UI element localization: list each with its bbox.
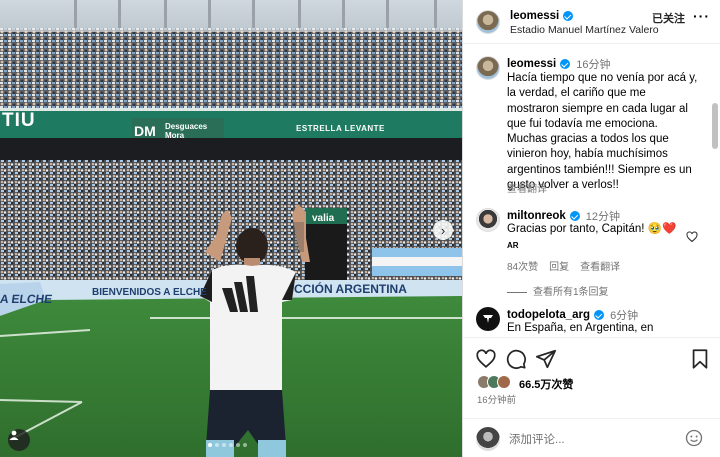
comment-bubble-icon[interactable]: [505, 348, 527, 370]
caption-header: leomessi 16分钟: [507, 56, 610, 72]
sign-dm: DM: [134, 123, 156, 139]
comment-translate-link[interactable]: 查看翻译: [580, 258, 620, 273]
author-username[interactable]: leomessi: [510, 10, 559, 22]
post-header: leomessi Estadio Manuel Martínez Valero …: [463, 0, 720, 44]
comment-text: Gracias por tanto, Capitán! 🥹❤️: [507, 223, 677, 235]
tagged-users-button[interactable]: [8, 429, 30, 451]
caption-line: vinieron hoy, había muchísimos: [507, 148, 668, 161]
sign-dm-sub: Desguaces Mora: [165, 122, 208, 140]
liker-avatar: [497, 375, 511, 389]
comments-scrollbar[interactable]: [712, 103, 718, 149]
post-actions: 66.5万次赞 16分钟前: [463, 337, 720, 415]
verified-badge-icon: [563, 11, 574, 21]
verified-badge-icon: [560, 59, 571, 69]
carousel-dot: [243, 443, 247, 447]
sign-vallia: valia: [312, 213, 335, 224]
post-location[interactable]: Estadio Manuel Martínez Valero: [510, 24, 659, 36]
caption-line: Hacía tiempo que no venía por acá y,: [507, 72, 698, 84]
caption-line: mostraron siempre en cada lugar al: [507, 102, 688, 115]
caption-line: argentinos también!!! Siempre es un: [507, 163, 692, 176]
caption-line: Muchas gracias a todos los que: [507, 133, 669, 146]
carousel-dot: [236, 443, 240, 447]
view-replies-label: 查看所有1条回复: [533, 287, 609, 298]
comment-reply-button[interactable]: 回复: [549, 258, 569, 273]
caption-avatar[interactable]: [476, 56, 500, 80]
following-button[interactable]: 已关注: [652, 10, 685, 26]
chevron-right-icon: ›: [440, 222, 446, 238]
author-avatar[interactable]: [476, 10, 500, 34]
emoji-smiley-icon[interactable]: [685, 429, 703, 447]
comments-section[interactable]: leomessi 16分钟 Hacía tiempo que no venía …: [463, 45, 720, 337]
current-user-avatar: [476, 427, 500, 451]
comment-username[interactable]: miltonreok: [507, 210, 566, 222]
post-timestamp: 16分钟前: [477, 395, 517, 406]
sign-tiu: TIU: [2, 110, 36, 131]
more-options-icon[interactable]: ···: [693, 8, 710, 24]
sign-elche: A ELCHE: [0, 292, 54, 306]
comment-avatar[interactable]: [476, 307, 500, 331]
comment-avatar[interactable]: [476, 208, 500, 232]
caption-line: que fui todavía me emociona.: [507, 117, 658, 130]
comment-text: En España, en Argentina, en: [507, 322, 654, 334]
todopelota-logo-icon: [483, 315, 493, 323]
comment-sub-text: AR: [507, 241, 519, 250]
stadium-photo: [0, 0, 462, 457]
comment-like-count[interactable]: 84次赞: [507, 258, 538, 273]
share-send-icon[interactable]: [535, 348, 557, 370]
caption-line: la verdad, el cariño que me: [507, 87, 646, 100]
caption-translate-link[interactable]: 查看翻译: [507, 180, 547, 195]
post-photo[interactable]: TIU DM Desguaces Mora ESTRELLA LEVANTE A…: [0, 0, 462, 457]
comment-composer: 添加评论...: [463, 418, 720, 457]
sign-estrella: ESTRELLA LEVANTE: [296, 124, 385, 133]
caption-time: 16分钟: [576, 59, 611, 71]
save-bookmark-icon[interactable]: [689, 348, 711, 370]
carousel-next-button[interactable]: ›: [433, 220, 453, 240]
carousel-dot: [208, 443, 212, 447]
like-count[interactable]: 66.5万次赞: [519, 376, 573, 392]
verified-badge-icon: [594, 310, 605, 320]
carousel-dot: [215, 443, 219, 447]
comment-meta: 84次赞 回复 查看翻译: [507, 258, 620, 273]
carousel-dots: [208, 443, 247, 447]
liker-avatars[interactable]: [477, 375, 511, 389]
caption-username[interactable]: leomessi: [507, 58, 556, 70]
sign-seleccion: CCIÓN ARGENTINA: [294, 282, 407, 296]
verified-badge-icon: [569, 211, 580, 221]
caption-text: Hacía tiempo que no venía por acá y, la …: [507, 71, 707, 193]
view-replies-link[interactable]: 查看所有1条回复: [507, 283, 609, 298]
comment-username[interactable]: todopelota_arg: [507, 309, 590, 321]
post-side-panel: leomessi Estadio Manuel Martínez Valero …: [462, 0, 720, 457]
carousel-dot: [229, 443, 233, 447]
carousel-dot: [222, 443, 226, 447]
like-heart-icon[interactable]: [475, 348, 497, 370]
comment-like-heart-icon[interactable]: [686, 231, 698, 243]
sign-bienvenidos: BIENVENIDOS A ELCHE: [92, 287, 207, 298]
add-comment-input[interactable]: 添加评论...: [509, 431, 565, 447]
author-username-row: leomessi: [510, 10, 574, 22]
user-icon: [9, 430, 19, 440]
view-replies-line: [507, 291, 527, 293]
